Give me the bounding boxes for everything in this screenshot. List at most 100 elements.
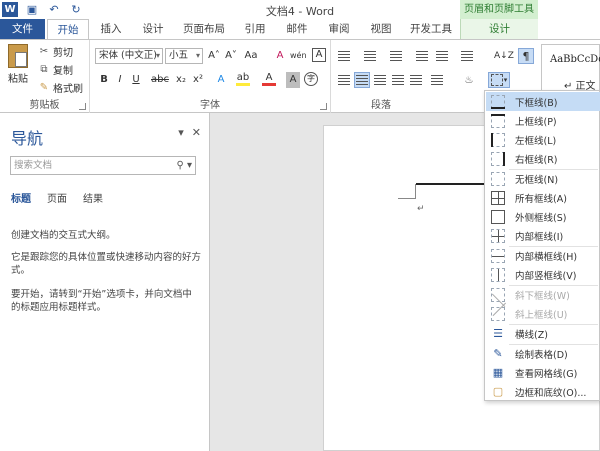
menu-item-borders-shading[interactable]: ▢ 边框和底纹(O)...: [486, 382, 600, 401]
format-painter-button[interactable]: ✎ 格式刷: [38, 80, 83, 95]
nav-tab-pages[interactable]: 页面: [47, 190, 67, 205]
character-border-button[interactable]: A: [312, 48, 326, 62]
strikethrough-button[interactable]: abc: [151, 72, 169, 88]
decrease-indent-icon[interactable]: [414, 48, 430, 64]
menu-item-inside-borders[interactable]: 内部框线(I): [486, 226, 600, 245]
menu-item-label: 内部横框线(H): [515, 251, 578, 263]
menu-item-no-border[interactable]: 无框线(N): [486, 169, 600, 188]
tab-home[interactable]: 开始: [47, 19, 89, 40]
tab-mailings[interactable]: 邮件: [278, 19, 316, 39]
character-shading-button[interactable]: A: [286, 72, 300, 88]
tab-page-layout[interactable]: 页面布局: [176, 19, 232, 39]
format-painter-label: 格式刷: [53, 84, 83, 95]
paint-bucket-icon[interactable]: ♨: [461, 72, 477, 88]
tab-design[interactable]: 设计: [134, 19, 172, 39]
tab-insert[interactable]: 插入: [92, 19, 130, 39]
menu-item-left-border[interactable]: 左框线(L): [486, 130, 600, 149]
menu-item-inside-vertical[interactable]: 内部竖框线(V): [486, 265, 600, 284]
nav-tab-headings[interactable]: 标题: [11, 190, 31, 205]
superscript-button[interactable]: x²: [191, 72, 205, 88]
copy-button[interactable]: ⧉ 复制: [38, 62, 73, 77]
tab-file[interactable]: 文件: [0, 19, 45, 39]
chevron-down-icon[interactable]: ▾: [178, 126, 184, 139]
tab-header-footer-design[interactable]: 设计: [460, 19, 538, 39]
menu-item-inside-horizontal[interactable]: 内部横框线(H): [486, 246, 600, 265]
no-border-icon: [491, 171, 505, 186]
margin-marker: [415, 184, 416, 199]
font-launcher-icon[interactable]: [320, 103, 327, 110]
navigation-pane: 导航 ▾ ✕ 搜索文档 ⚲ ▾ 标题 页面 结果 创建文档的交互式大纲。 它是跟…: [0, 113, 210, 451]
show-marks-button[interactable]: ¶: [518, 48, 534, 64]
right-border-icon: [491, 151, 505, 166]
top-border-icon: [491, 113, 505, 128]
nav-tab-results[interactable]: 结果: [83, 190, 103, 205]
distributed-icon[interactable]: [408, 72, 424, 88]
menu-item-right-border[interactable]: 右框线(R): [486, 149, 600, 168]
font-size-combo[interactable]: 小五 ▾: [165, 48, 203, 64]
increase-indent-icon[interactable]: [434, 48, 450, 64]
style-normal[interactable]: AaBbCcDd ↵ 正文: [541, 44, 600, 96]
search-icon[interactable]: ⚲ ▾: [176, 157, 192, 174]
border-grid-icon: [490, 74, 503, 86]
menu-item-draw-table[interactable]: ✎ 绘制表格(D): [486, 344, 600, 363]
align-left-icon[interactable]: [336, 72, 352, 88]
change-case-button[interactable]: Aa: [244, 48, 258, 64]
menu-item-top-border[interactable]: 上框线(P): [486, 111, 600, 130]
clear-formatting-button[interactable]: A: [273, 48, 287, 64]
inside-borders-icon: [491, 228, 505, 243]
subscript-button[interactable]: x₂: [174, 72, 188, 88]
context-tab-group-label: 页眉和页脚工具: [460, 0, 538, 19]
shrink-font-button[interactable]: A˅: [224, 48, 238, 64]
paintbrush-icon: ✎: [39, 82, 49, 93]
menu-item-horizontal-line[interactable]: ☰ 横线(Z): [486, 324, 600, 343]
bullets-icon[interactable]: [336, 48, 352, 64]
copy-icon: ⧉: [40, 64, 48, 75]
close-icon[interactable]: ✕: [192, 126, 201, 139]
menu-item-bottom-border[interactable]: 下框线(B): [486, 92, 600, 111]
cut-button[interactable]: ✂ 剪切: [38, 44, 73, 59]
menu-item-label: 下框线(B): [515, 97, 558, 109]
title-bar: W ▣ ↶ ↻ 文档4 - Word 页眉和页脚工具: [0, 0, 600, 19]
paste-button[interactable]: 粘贴: [6, 44, 30, 88]
menu-item-label: 右框线(R): [515, 154, 558, 166]
underline-button[interactable]: U: [129, 72, 143, 88]
text-effects-button[interactable]: A: [214, 72, 228, 88]
numbering-icon[interactable]: [362, 48, 378, 64]
grow-font-button[interactable]: A˄: [207, 48, 221, 64]
tab-view[interactable]: 视图: [362, 19, 400, 39]
highlight-button[interactable]: ab: [236, 72, 250, 86]
justify-icon[interactable]: [390, 72, 406, 88]
tab-review[interactable]: 审阅: [320, 19, 358, 39]
bold-button[interactable]: B: [97, 72, 111, 88]
font-size-value: 小五: [169, 50, 189, 61]
style-sample-text: AaBbCcDd: [550, 54, 600, 65]
multilevel-list-icon[interactable]: [388, 48, 404, 64]
nav-pane-title: 导航: [11, 129, 44, 148]
font-name-combo[interactable]: 宋体 (中文正) ▾: [95, 48, 163, 64]
borders-dropdown-button[interactable]: ▾: [488, 72, 510, 88]
left-border-icon: [491, 132, 505, 147]
menu-item-view-gridlines[interactable]: ▦ 查看网格线(G): [486, 363, 600, 382]
borders-shading-icon: ▢: [492, 385, 504, 398]
tab-developer[interactable]: 开发工具: [404, 19, 458, 39]
nav-help-text-1: 创建文档的交互式大纲。: [11, 230, 116, 241]
tab-references[interactable]: 引用: [236, 19, 274, 39]
align-center-icon[interactable]: [354, 72, 370, 88]
menu-item-outside-borders[interactable]: 外侧框线(S): [486, 207, 600, 226]
menu-item-label: 上框线(P): [515, 116, 557, 128]
nav-search-input[interactable]: 搜索文档 ⚲ ▾: [10, 156, 196, 175]
clipboard-group-label: 剪贴板: [29, 100, 60, 111]
italic-button[interactable]: I: [113, 72, 127, 88]
phonetic-guide-button[interactable]: wén: [290, 48, 307, 64]
diagonal-down-border-icon: [491, 287, 506, 307]
menu-item-all-borders[interactable]: 所有框线(A): [486, 188, 600, 207]
line-spacing-icon[interactable]: [429, 72, 445, 88]
font-color-button[interactable]: A: [262, 72, 276, 86]
paste-label: 粘贴: [8, 74, 28, 85]
clipboard-launcher-icon[interactable]: [79, 103, 86, 110]
chinese-layout-icon[interactable]: [459, 48, 475, 64]
sort-button[interactable]: A↓Z: [494, 48, 514, 64]
enclose-characters-button[interactable]: 字: [304, 72, 318, 86]
align-right-icon[interactable]: [372, 72, 388, 88]
nav-help-text-2: 它是跟踪您的具体位置或快速移动内容的好方式。: [11, 252, 202, 276]
